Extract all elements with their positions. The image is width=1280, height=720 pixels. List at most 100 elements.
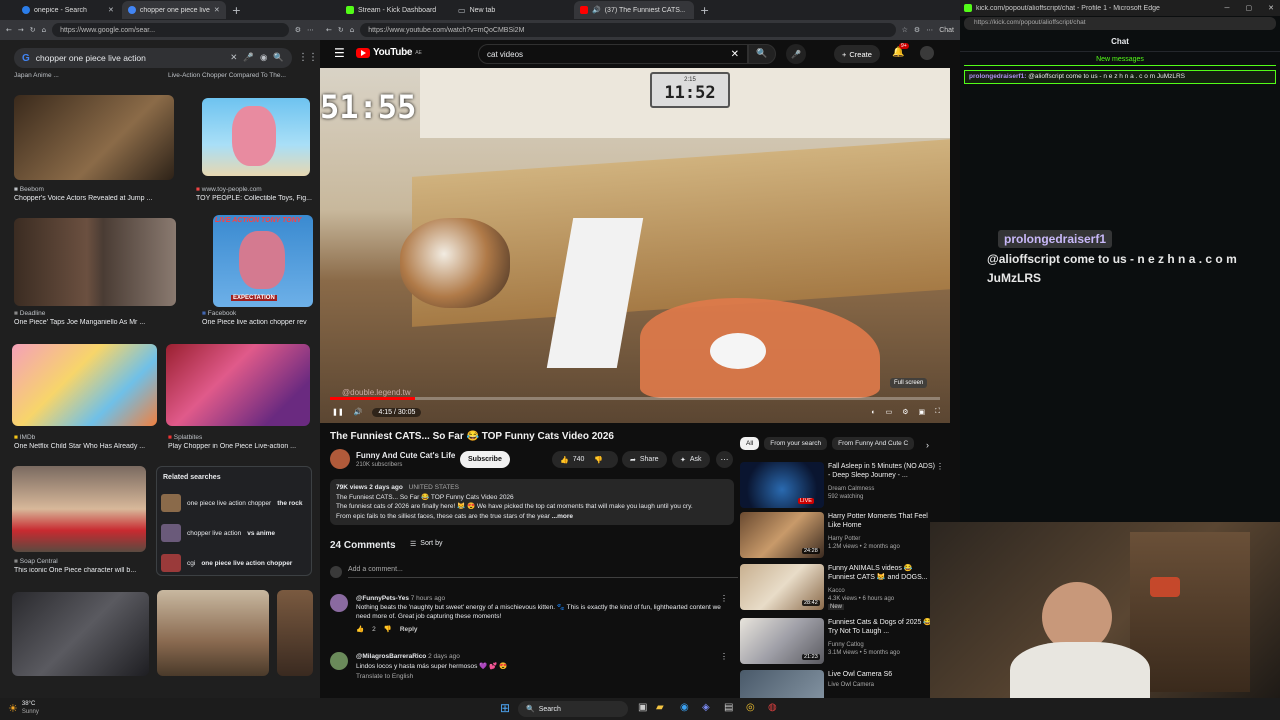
- pause-icon[interactable]: ❚❚: [332, 408, 344, 416]
- result-title[interactable]: One Netflix Child Star Who Has Already .…: [14, 443, 164, 450]
- image-result-chopper-voice[interactable]: [14, 95, 174, 180]
- related-search-item[interactable]: one piece live action chopper the rock: [161, 493, 311, 513]
- menu-icon[interactable]: ⋯: [926, 26, 933, 34]
- image-result-chopper-figure[interactable]: [157, 590, 269, 676]
- back-icon[interactable]: ←: [326, 26, 332, 34]
- subscribe-button[interactable]: Subscribe: [460, 451, 510, 468]
- chat-message-highlighted[interactable]: prolongedraiserf1: @alioffscript come to…: [964, 70, 1276, 84]
- maximize-icon[interactable]: ▢: [1240, 4, 1259, 12]
- ask-button[interactable]: ✦ Ask: [672, 451, 710, 468]
- image-result-splatbites[interactable]: [166, 344, 310, 426]
- forward-icon[interactable]: →: [18, 26, 24, 34]
- image-result-netflix[interactable]: [12, 592, 149, 676]
- extensions-icon[interactable]: ⚙: [295, 26, 301, 34]
- fullscreen-icon[interactable]: ⛶: [935, 408, 940, 416]
- image-result-partial[interactable]: [277, 590, 313, 676]
- lens-icon[interactable]: ◉: [260, 53, 267, 63]
- image-result-toy-people[interactable]: [202, 98, 310, 176]
- comment-author[interactable]: @FunnyPets-Yes: [356, 595, 409, 602]
- like-icon[interactable]: 👍: [560, 456, 569, 464]
- obs-icon[interactable]: ◍: [768, 702, 777, 713]
- subtitles-icon[interactable]: ▭: [886, 408, 893, 416]
- new-tab-icon[interactable]: +: [232, 4, 241, 17]
- volume-icon[interactable]: 🔊: [354, 408, 363, 416]
- share-button[interactable]: ➦ Share: [622, 451, 667, 468]
- tab-chopper-search[interactable]: chopper one piece live a ✕: [121, 1, 226, 19]
- weather-widget[interactable]: ☀ 38°C Sunny: [8, 700, 39, 716]
- reply-button[interactable]: Reply: [400, 625, 418, 634]
- image-result-facebook[interactable]: LIVE ACTION TONY TONY EXPECTATION: [213, 215, 313, 307]
- url-input[interactable]: https://www.google.com/sear...: [52, 23, 289, 37]
- translate-link[interactable]: Translate to English: [356, 672, 726, 682]
- menu-icon[interactable]: ⋯: [307, 26, 314, 34]
- description-box[interactable]: 79K views 2 days ago UNITED STATES The F…: [330, 479, 734, 525]
- voice-search-button[interactable]: 🎤: [786, 44, 806, 64]
- more-link[interactable]: ...more: [552, 513, 573, 520]
- recommendation-item[interactable]: 28:42 Funny ANIMALS videos 😂 Funniest CA…: [740, 564, 938, 610]
- related-search-item[interactable]: cgi one piece live action chopper: [161, 553, 311, 573]
- result-title[interactable]: One Piece live action chopper rev: [202, 319, 314, 326]
- task-view-icon[interactable]: ▣: [638, 702, 647, 713]
- result-title[interactable]: One Piece' Taps Joe Manganiello As Mr ..…: [14, 319, 184, 326]
- tab-new-tab[interactable]: ▭ New tab: [452, 1, 572, 19]
- close-icon[interactable]: ✕: [214, 6, 220, 14]
- channel-name[interactable]: Funny And Cute Cat's Life: [356, 451, 455, 460]
- chat-username[interactable]: prolongedraiserf1:: [969, 73, 1026, 80]
- autoplay-toggle-icon[interactable]: ◐: [871, 409, 875, 416]
- notifications-button[interactable]: 🔔 9+: [892, 43, 909, 60]
- image-result-deadline[interactable]: [14, 218, 176, 306]
- recommendation-item[interactable]: 24:28 Harry Potter Moments That Feel Lik…: [740, 512, 938, 558]
- image-result-imdb[interactable]: [12, 344, 157, 426]
- comment-author[interactable]: @MilagrosBarreraRico: [356, 653, 426, 660]
- dislike-icon[interactable]: 👎: [594, 456, 603, 464]
- home-icon[interactable]: ⌂: [42, 26, 46, 34]
- clear-icon[interactable]: ✕: [230, 53, 237, 63]
- apps-grid-icon[interactable]: ⋮⋮: [298, 52, 318, 63]
- edge-icon[interactable]: ◉: [680, 702, 689, 713]
- rec-menu-icon[interactable]: ⋮: [936, 462, 944, 471]
- file-explorer-icon[interactable]: ▰: [656, 702, 664, 713]
- result-title[interactable]: TOY PEOPLE: Collectible Toys, Fig...: [196, 195, 314, 202]
- hamburger-menu-icon[interactable]: ☰: [334, 46, 345, 60]
- favorite-icon[interactable]: ☆: [902, 26, 908, 34]
- windows-start-icon[interactable]: ⊞: [500, 701, 510, 715]
- back-icon[interactable]: ←: [6, 26, 12, 34]
- create-button[interactable]: + Create: [834, 45, 880, 63]
- result-title[interactable]: Chopper's Voice Actors Revealed at Jump …: [14, 195, 174, 202]
- image-result-soap-central[interactable]: [12, 466, 146, 552]
- tab-youtube-video[interactable]: 🔊 (37) The Funniest CATS... So F: [574, 1, 694, 19]
- url-input[interactable]: https://kick.com/popout/alioffscript/cha…: [964, 17, 1276, 30]
- video-player[interactable]: 2:15 11:52 51:55 @double.legend.tw Full …: [320, 68, 950, 423]
- clear-search-icon[interactable]: ✕: [731, 49, 739, 60]
- recommendation-item[interactable]: Live Owl Camera S6 Live Owl Camera: [740, 670, 938, 698]
- reload-icon[interactable]: ↻: [338, 26, 344, 34]
- taskbar-search[interactable]: 🔍 Search: [518, 701, 628, 717]
- new-tab-icon[interactable]: +: [700, 4, 709, 17]
- copilot-chat-button[interactable]: Chat: [939, 27, 954, 34]
- youtube-logo[interactable]: YouTube AE: [356, 47, 422, 58]
- related-search-item[interactable]: chopper live action vs anime: [161, 523, 311, 543]
- recommendation-item[interactable]: LIVE Fall Asleep in 5 Minutes (NO ADS) -…: [740, 462, 938, 508]
- minimize-icon[interactable]: ─: [1219, 5, 1236, 12]
- sort-button[interactable]: ☰ Sort by: [410, 540, 442, 548]
- app-icon[interactable]: ▤: [724, 702, 733, 713]
- progress-track[interactable]: [330, 397, 940, 400]
- channel-avatar[interactable]: [330, 449, 350, 469]
- comment-menu-icon[interactable]: ⋮: [720, 594, 728, 603]
- chip-all[interactable]: All: [740, 437, 760, 450]
- mic-icon[interactable]: 🎤: [243, 53, 254, 63]
- chip-from-search[interactable]: From your search: [764, 437, 828, 450]
- home-icon[interactable]: ⌂: [350, 26, 354, 34]
- comment-menu-icon[interactable]: ⋮: [720, 652, 728, 661]
- add-comment-input[interactable]: Add a comment...: [348, 566, 738, 578]
- like-icon[interactable]: 👍: [356, 625, 364, 634]
- chrome-icon[interactable]: ◎: [746, 702, 755, 713]
- tab-kick-dashboard[interactable]: Stream - Kick Dashboard: [340, 1, 450, 19]
- avatar[interactable]: [920, 46, 934, 60]
- recommendation-item[interactable]: 21:23 Funniest Cats & Dogs of 2025 😂 | T…: [740, 618, 938, 664]
- close-icon[interactable]: ✕: [108, 6, 114, 14]
- miniplayer-icon[interactable]: ▣: [918, 408, 925, 416]
- close-icon[interactable]: ✕: [1262, 4, 1280, 12]
- chip-from-channel[interactable]: From Funny And Cute C: [832, 437, 915, 450]
- discord-icon[interactable]: ◈: [702, 702, 710, 713]
